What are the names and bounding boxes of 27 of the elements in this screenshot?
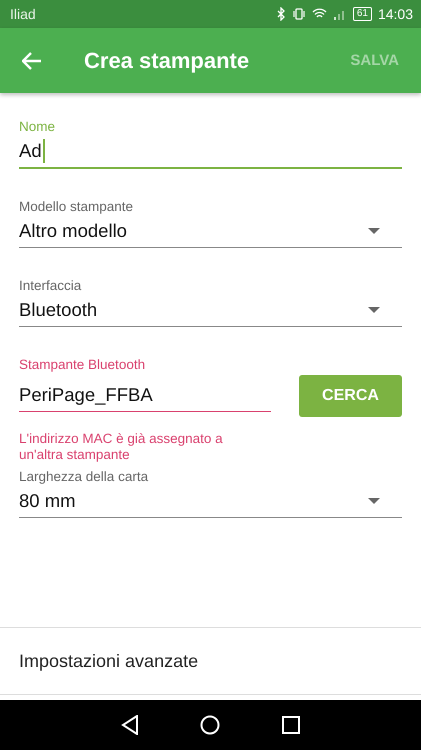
wifi-icon	[312, 8, 327, 20]
field-label: Stampante Bluetooth	[19, 357, 146, 373]
home-icon[interactable]	[200, 715, 220, 735]
dropdown-arrow-icon	[368, 307, 380, 313]
input-field[interactable]: Ad	[19, 135, 402, 169]
field-label: Interfaccia	[19, 278, 82, 294]
advanced-settings-item[interactable]: Impostazioni avanzate	[0, 627, 421, 695]
bluetooth-icon	[276, 7, 286, 21]
battery-level: 61	[352, 7, 372, 21]
field-label: Nome	[19, 119, 56, 135]
dropdown-arrow-icon	[368, 228, 380, 234]
screen-title: Crea stampante	[84, 48, 250, 74]
signal-icon	[332, 8, 347, 20]
vibrate-icon	[292, 8, 306, 20]
field-label: Larghezza della carta	[19, 469, 150, 485]
dropdown-arrow-icon	[368, 498, 380, 504]
input-field[interactable]: PeriPage_FFBA	[19, 379, 271, 412]
recents-icon[interactable]	[282, 716, 300, 734]
error-message: L'indirizzo MAC è già assegnato a un'altra stampante	[19, 431, 224, 463]
dropdown-field[interactable]: Bluetooth	[19, 294, 402, 327]
back-icon[interactable]	[120, 715, 139, 735]
dropdown-field[interactable]: 80 mm	[19, 485, 402, 518]
field-label: Modello stampante	[19, 199, 134, 215]
clock: 14:03	[378, 6, 413, 22]
carrier-name: Iliad	[10, 6, 36, 22]
back-arrow-icon[interactable]	[22, 52, 42, 70]
dropdown-field[interactable]: Altro modello	[19, 215, 402, 248]
